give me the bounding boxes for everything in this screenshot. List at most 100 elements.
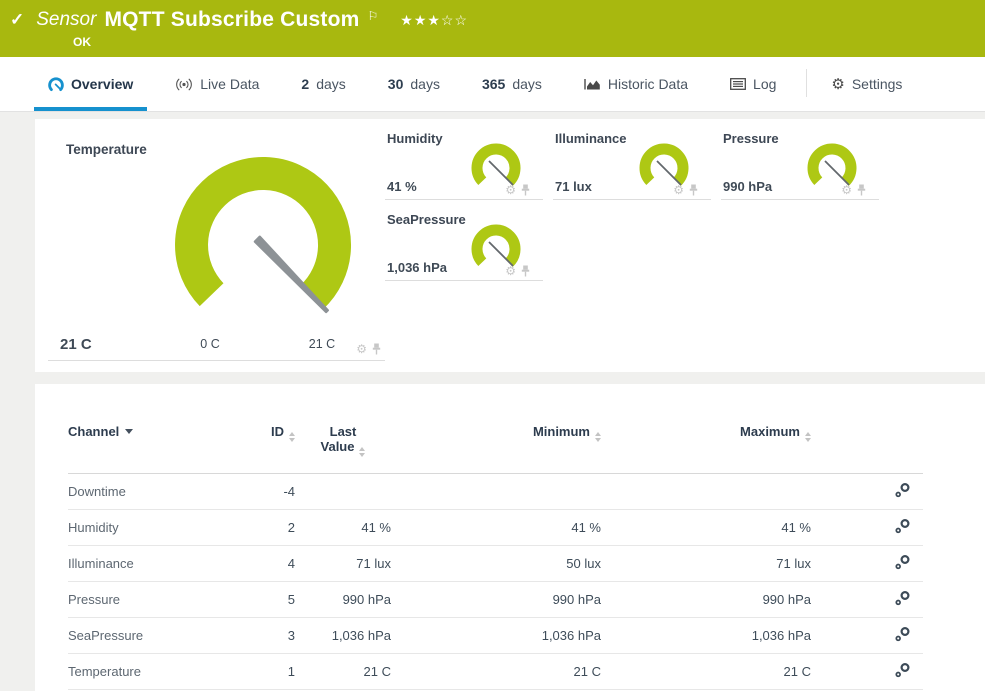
gauge-value: 21 C bbox=[60, 336, 92, 353]
channel-minimum: 50 lux bbox=[391, 546, 601, 582]
tab-label: Historic Data bbox=[608, 76, 688, 92]
gauge-panel-humidity: Humidity 41 % ⚙ bbox=[385, 129, 543, 200]
gear-icon[interactable]: ⚙ bbox=[673, 184, 684, 196]
gauge-panel-temperature: Temperature 0 C 21 C 21 C ⚙ bbox=[48, 129, 385, 361]
channel-settings-icon[interactable] bbox=[894, 518, 911, 535]
gauge-title: SeaPressure bbox=[387, 212, 466, 227]
tab-settings[interactable]: ⚙ Settings bbox=[817, 57, 916, 111]
channel-settings-icon[interactable] bbox=[894, 590, 911, 607]
gauge-value: 1,036 hPa bbox=[387, 260, 447, 275]
sort-icon bbox=[805, 432, 811, 442]
channel-name[interactable]: Downtime bbox=[68, 474, 238, 510]
status-check-icon: ✓ bbox=[10, 10, 24, 30]
channel-minimum: 1,036 hPa bbox=[391, 618, 601, 654]
channel-maximum: 71 lux bbox=[601, 546, 811, 582]
tab-label: days bbox=[316, 76, 346, 92]
channel-id: 5 bbox=[238, 582, 295, 618]
channel-last-value: 41 % bbox=[295, 510, 391, 546]
gear-icon: ⚙ bbox=[831, 75, 844, 93]
channel-last-value bbox=[295, 474, 391, 510]
table-row: Humidity 2 41 % 41 % 41 % bbox=[68, 510, 923, 546]
channel-settings-icon[interactable] bbox=[894, 626, 911, 643]
gauges-card: Temperature 0 C 21 C 21 C ⚙ Humidity 41 … bbox=[35, 119, 985, 372]
channel-name[interactable]: Temperature bbox=[68, 654, 238, 690]
tab-2-days[interactable]: 2 days bbox=[287, 57, 359, 111]
gear-icon[interactable]: ⚙ bbox=[356, 343, 367, 355]
tab-label-strong: 30 bbox=[388, 76, 404, 92]
sensor-type-label: Sensor bbox=[36, 9, 96, 31]
gear-icon[interactable]: ⚙ bbox=[505, 265, 516, 277]
column-header-minimum[interactable]: Minimum bbox=[391, 424, 601, 474]
gauge-icon bbox=[48, 77, 64, 92]
channel-last-value: 990 hPa bbox=[295, 582, 391, 618]
sensor-status-badge: OK bbox=[73, 35, 973, 49]
pin-icon[interactable] bbox=[689, 184, 698, 196]
tab-label: Overview bbox=[71, 76, 133, 92]
table-row: SeaPressure 3 1,036 hPa 1,036 hPa 1,036 … bbox=[68, 618, 923, 654]
channel-maximum: 21 C bbox=[601, 654, 811, 690]
pin-icon[interactable] bbox=[372, 343, 381, 355]
tab-label-strong: 365 bbox=[482, 76, 505, 92]
sort-icon bbox=[289, 432, 295, 442]
tab-30-days[interactable]: 30 days bbox=[374, 57, 454, 111]
channel-minimum bbox=[391, 474, 601, 510]
pin-icon[interactable] bbox=[521, 184, 530, 196]
table-row: Illuminance 4 71 lux 50 lux 71 lux bbox=[68, 546, 923, 582]
gear-icon[interactable]: ⚙ bbox=[505, 184, 516, 196]
column-header-channel[interactable]: Channel bbox=[68, 424, 238, 474]
tab-label: Live Data bbox=[200, 76, 259, 92]
channel-last-value: 21 C bbox=[295, 654, 391, 690]
broadcast-icon bbox=[175, 78, 193, 91]
gear-icon[interactable]: ⚙ bbox=[841, 184, 852, 196]
gauge-max-label: 21 C bbox=[300, 337, 344, 351]
channel-settings-icon[interactable] bbox=[894, 554, 911, 571]
pin-icon[interactable] bbox=[521, 265, 530, 277]
channel-maximum: 990 hPa bbox=[601, 582, 811, 618]
column-header-last-value[interactable]: Last Value bbox=[295, 424, 391, 474]
channel-id: 4 bbox=[238, 546, 295, 582]
sort-icon bbox=[359, 447, 365, 457]
channel-name[interactable]: Pressure bbox=[68, 582, 238, 618]
sort-icon bbox=[595, 432, 601, 442]
channels-table: Channel ID Last Value Minimum Maximum bbox=[68, 424, 923, 690]
sensor-status-header: ✓ Sensor MQTT Subscribe Custom ⚐ ★★★☆☆ O… bbox=[0, 0, 985, 57]
pin-icon[interactable] bbox=[857, 184, 866, 196]
flag-icon[interactable]: ⚐ bbox=[368, 9, 379, 23]
gauge-title: Humidity bbox=[387, 131, 443, 146]
channel-name[interactable]: SeaPressure bbox=[68, 618, 238, 654]
priority-stars[interactable]: ★★★☆☆ bbox=[400, 12, 468, 29]
table-row: Pressure 5 990 hPa 990 hPa 990 hPa bbox=[68, 582, 923, 618]
area-chart-icon bbox=[584, 78, 601, 91]
tab-365-days[interactable]: 365 days bbox=[468, 57, 556, 111]
channel-id: -4 bbox=[238, 474, 295, 510]
channel-settings-icon[interactable] bbox=[894, 482, 911, 499]
tab-label-strong: 2 bbox=[301, 76, 309, 92]
mini-gauges-grid: Humidity 41 % ⚙ Illuminance 71 lux bbox=[385, 129, 905, 372]
tab-historic-data[interactable]: Historic Data bbox=[570, 57, 702, 111]
column-header-id[interactable]: ID bbox=[238, 424, 295, 474]
tab-log[interactable]: Log bbox=[716, 57, 790, 111]
channel-name[interactable]: Humidity bbox=[68, 510, 238, 546]
tab-label: Log bbox=[753, 76, 776, 92]
channel-maximum: 41 % bbox=[601, 510, 811, 546]
gauge-title: Pressure bbox=[723, 131, 779, 146]
channel-name[interactable]: Illuminance bbox=[68, 546, 238, 582]
gauge-value: 71 lux bbox=[555, 179, 592, 194]
channel-maximum bbox=[601, 474, 811, 510]
sensor-title: MQTT Subscribe Custom bbox=[104, 8, 359, 32]
tab-live-data[interactable]: Live Data bbox=[161, 57, 273, 111]
log-icon bbox=[730, 78, 746, 90]
gauge-panel-illuminance: Illuminance 71 lux ⚙ bbox=[553, 129, 711, 200]
gauge-title: Illuminance bbox=[555, 131, 627, 146]
channel-minimum: 21 C bbox=[391, 654, 601, 690]
sort-desc-icon bbox=[125, 429, 133, 434]
tab-overview[interactable]: Overview bbox=[34, 57, 147, 111]
channel-settings-icon[interactable] bbox=[894, 662, 911, 679]
gauge-value: 41 % bbox=[387, 179, 417, 194]
channel-id: 2 bbox=[238, 510, 295, 546]
table-row: Downtime -4 bbox=[68, 474, 923, 510]
channel-id: 3 bbox=[238, 618, 295, 654]
gauge-panel-seapressure: SeaPressure 1,036 hPa ⚙ bbox=[385, 210, 543, 281]
column-header-maximum[interactable]: Maximum bbox=[601, 424, 811, 474]
gauge-value: 990 hPa bbox=[723, 179, 772, 194]
